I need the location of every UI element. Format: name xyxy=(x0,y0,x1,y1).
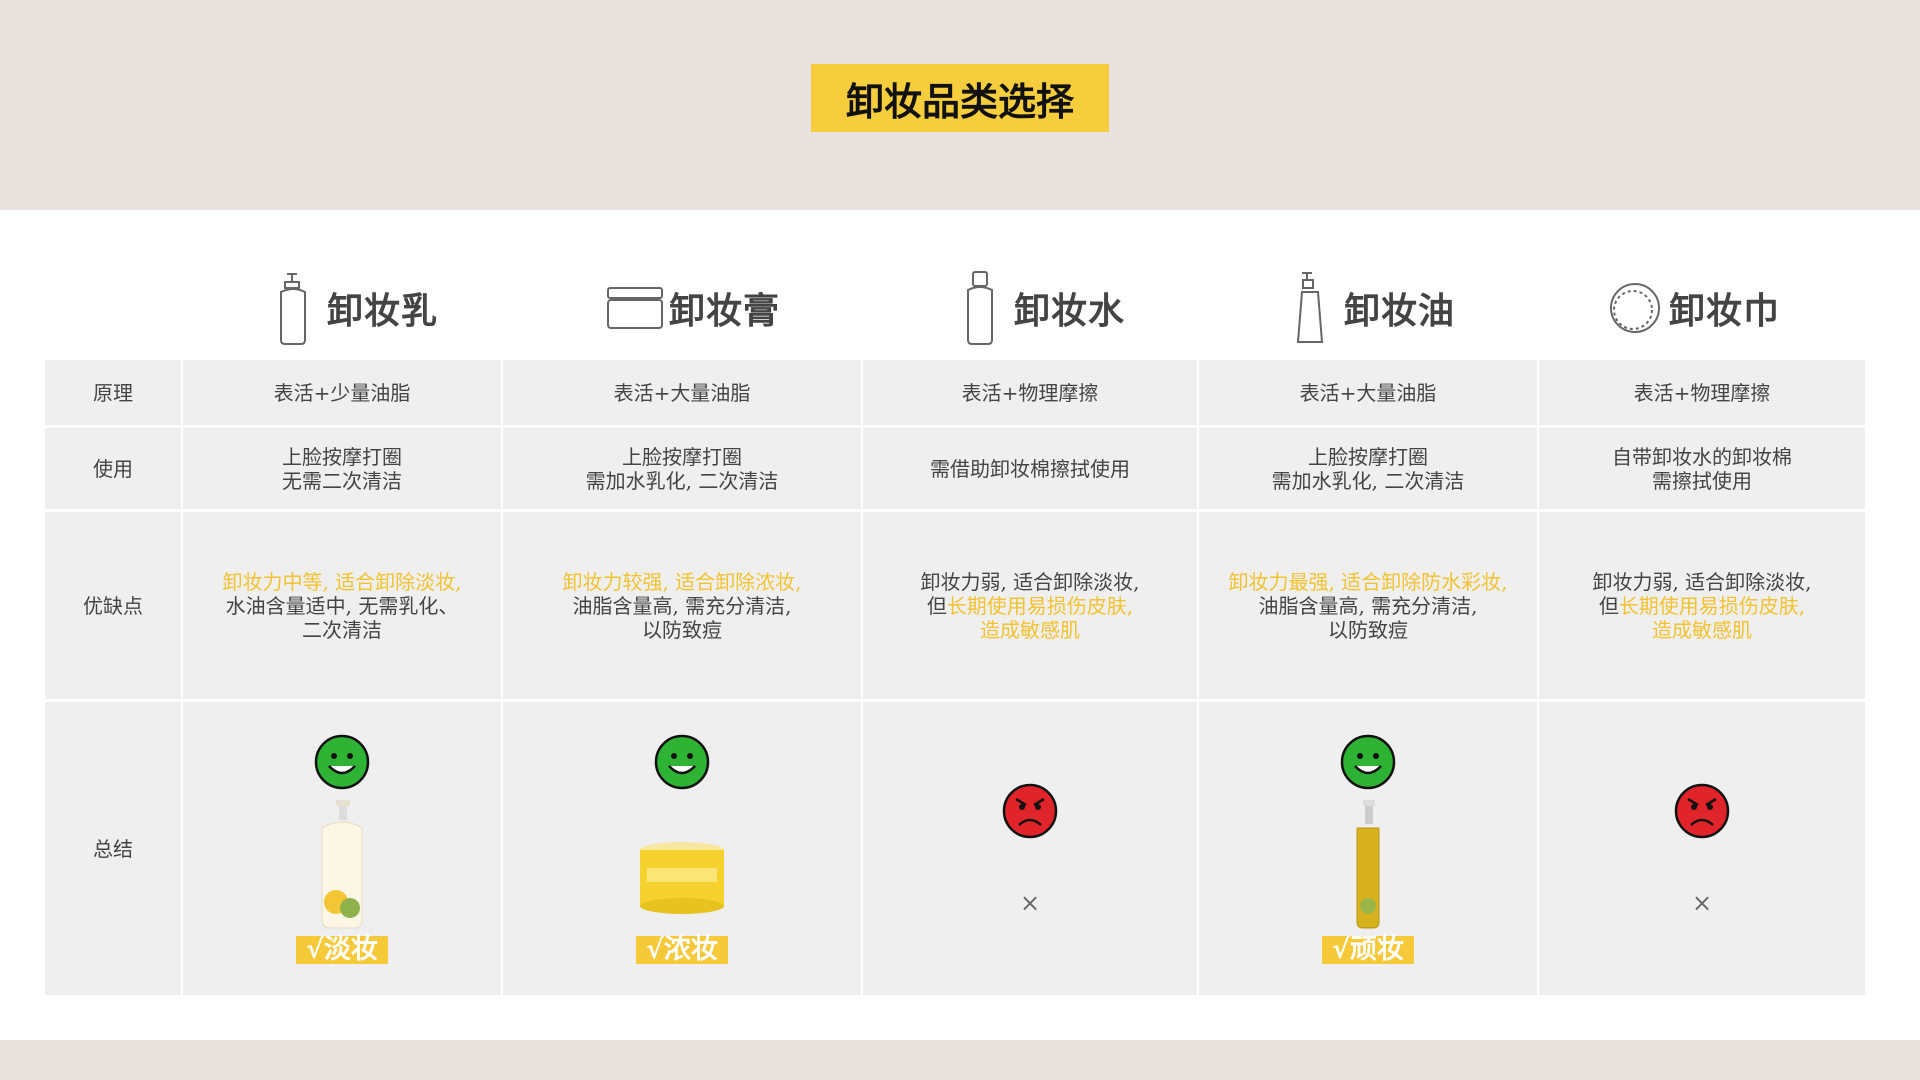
table-cell: √淡妆 xyxy=(183,702,503,998)
table-cell: √浓妆 xyxy=(503,702,863,998)
angry-face-icon xyxy=(1674,783,1730,838)
table-cell: 卸妆力中等, 适合卸除淡妆, 水油含量适中, 无需乳化、 二次清洁 xyxy=(183,512,503,702)
table-cell: 卸妆力最强, 适合卸除防水彩妆, 油脂含量高, 需充分清洁, 以防致痘 xyxy=(1199,512,1539,702)
table-cell: 卸妆力弱, 适合卸除淡妆, 但长期使用易损伤皮肤, 造成敏感肌 xyxy=(863,512,1199,702)
cell-line: 卸妆力弱, 适合卸除淡妆, xyxy=(1592,569,1812,594)
jar-icon xyxy=(605,268,665,348)
happy-face-icon xyxy=(314,734,370,789)
highlight-text: 卸妆力最强, 适合卸除防水彩妆, xyxy=(1228,569,1508,594)
cell-line: 自带卸妆水的卸妆棉 xyxy=(1612,444,1792,469)
table-cell: 上脸按摩打圈 需加水乳化, 二次清洁 xyxy=(1199,428,1539,512)
cell-line: 无需二次清洁 xyxy=(282,468,402,493)
table-cell: 卸妆力较强, 适合卸除浓妆, 油脂含量高, 需充分清洁, 以防致痘 xyxy=(503,512,863,702)
cell-line: 需加水乳化, 二次清洁 xyxy=(585,468,779,493)
cell-line: 需加水乳化, 二次清洁 xyxy=(1271,468,1465,493)
makeup-type-tag: √淡妆 xyxy=(296,935,388,964)
product-header-cleansing-balm: 卸妆膏 xyxy=(605,258,780,358)
product-header-cleansing-milk: 卸妆乳 xyxy=(263,258,438,358)
table-cell: 表活+物理摩擦 xyxy=(1539,360,1865,428)
cell-line: 需擦拭使用 xyxy=(1652,468,1752,493)
highlight-text: 卸妆力较强, 适合卸除浓妆, xyxy=(562,569,802,594)
row-usage: 使用 上脸按摩打圈 无需二次清洁 上脸按摩打圈 需加水乳化, 二次清洁 需借助卸妆棉… xyxy=(45,428,1865,512)
table-cell: 表活+大量油脂 xyxy=(1199,360,1539,428)
table-cell: 表活+大量油脂 xyxy=(503,360,863,428)
row-label: 使用 xyxy=(45,428,183,512)
cell-line: 上脸按摩打圈 xyxy=(282,444,402,469)
highlight-text: 卸妆力中等, 适合卸除淡妆, xyxy=(222,569,462,594)
table-cell: 表活+少量油脂 xyxy=(183,360,503,428)
cell-line: 需借助卸妆棉擦拭使用 xyxy=(930,456,1130,481)
makeup-type-tag: √浓妆 xyxy=(636,935,728,964)
table-cell: 需借助卸妆棉擦拭使用 xyxy=(863,428,1199,512)
row-summary: 总结 √淡妆 √浓妆 × √顽妆 × xyxy=(45,702,1865,998)
cleansing-balm-product-image xyxy=(640,841,724,914)
pump-bottle-icon xyxy=(263,268,323,348)
row-principle: 原理 表活+少量油脂 表活+大量油脂 表活+物理摩擦 表活+大量油脂 表活+物理… xyxy=(45,360,1865,428)
comparison-panel: 卸妆乳 卸妆膏 卸妆水 卸妆油 卸妆巾 原理 表活+少量油脂 表活+大量油脂 表… xyxy=(0,210,1920,1040)
product-name: 卸妆乳 xyxy=(327,290,439,332)
pump-tall-bottle-icon xyxy=(1280,268,1340,348)
product-header-micellar-water: 卸妆水 xyxy=(950,258,1125,358)
table-cell: 自带卸妆水的卸妆棉 需擦拭使用 xyxy=(1539,428,1865,512)
makeup-type-tag: √顽妆 xyxy=(1322,935,1414,964)
cell-line: 上脸按摩打圈 xyxy=(622,444,742,469)
cell-line: 水油含量适中, 无需乳化、 xyxy=(225,593,459,618)
page-title: 卸妆品类选择 xyxy=(811,64,1109,132)
cell-line: 以防致痘 xyxy=(642,617,722,642)
row-label: 总结 xyxy=(45,702,183,998)
table-cell: 表活+物理摩擦 xyxy=(863,360,1199,428)
product-header-cleansing-oil: 卸妆油 xyxy=(1280,258,1455,358)
prefix-text: 但 xyxy=(926,593,947,618)
product-name: 卸妆巾 xyxy=(1669,290,1781,332)
bottom-band xyxy=(0,1040,1920,1080)
highlight-text: 造成敏感肌 xyxy=(980,617,1080,642)
comparison-table: 原理 表活+少量油脂 表活+大量油脂 表活+物理摩擦 表活+大量油脂 表活+物理… xyxy=(45,360,1865,998)
table-cell: 卸妆力弱, 适合卸除淡妆, 但长期使用易损伤皮肤, 造成敏感肌 xyxy=(1539,512,1865,702)
table-cell: × xyxy=(863,702,1199,998)
cell-line: 但长期使用易损伤皮肤, xyxy=(1539,594,1865,618)
product-name: 卸妆水 xyxy=(1014,290,1126,332)
happy-face-icon xyxy=(1340,734,1396,789)
not-recommended-mark: × xyxy=(1019,888,1041,917)
title-band: 卸妆品类选择 xyxy=(0,0,1920,210)
product-header-makeup-wipes: 卸妆巾 xyxy=(1605,258,1780,358)
angry-face-icon xyxy=(1002,783,1058,838)
not-recommended-mark: × xyxy=(1691,888,1713,917)
product-name: 卸妆膏 xyxy=(669,290,781,332)
cleansing-oil-product-image xyxy=(1356,799,1380,928)
happy-face-icon xyxy=(654,734,710,789)
cell-line: 卸妆力弱, 适合卸除淡妆, xyxy=(920,569,1140,594)
cell-line: 二次清洁 xyxy=(302,617,382,642)
cell-line: 油脂含量高, 需充分清洁, xyxy=(1258,593,1478,618)
bottle-icon xyxy=(950,268,1010,348)
product-name: 卸妆油 xyxy=(1344,290,1456,332)
row-label: 优缺点 xyxy=(45,512,183,702)
cell-line: 上脸按摩打圈 xyxy=(1308,444,1428,469)
highlight-text: 长期使用易损伤皮肤, xyxy=(1618,593,1806,618)
row-pros-cons: 优缺点 卸妆力中等, 适合卸除淡妆, 水油含量适中, 无需乳化、 二次清洁 卸妆… xyxy=(45,512,1865,702)
prefix-text: 但 xyxy=(1598,593,1619,618)
table-cell: 上脸按摩打圈 无需二次清洁 xyxy=(183,428,503,512)
highlight-text: 长期使用易损伤皮肤, xyxy=(946,593,1134,618)
highlight-text: 造成敏感肌 xyxy=(1652,617,1752,642)
wipe-pad-icon xyxy=(1605,268,1665,348)
table-cell: √顽妆 xyxy=(1199,702,1539,998)
product-header-row: 卸妆乳 卸妆膏 卸妆水 卸妆油 卸妆巾 xyxy=(45,258,1865,358)
cell-line: 但长期使用易损伤皮肤, xyxy=(863,594,1197,618)
row-label: 原理 xyxy=(45,360,183,428)
cell-line: 以防致痘 xyxy=(1328,617,1408,642)
cleansing-milk-product-image xyxy=(321,799,363,928)
table-cell: × xyxy=(1539,702,1865,998)
cell-line: 油脂含量高, 需充分清洁, xyxy=(572,593,792,618)
table-cell: 上脸按摩打圈 需加水乳化, 二次清洁 xyxy=(503,428,863,512)
